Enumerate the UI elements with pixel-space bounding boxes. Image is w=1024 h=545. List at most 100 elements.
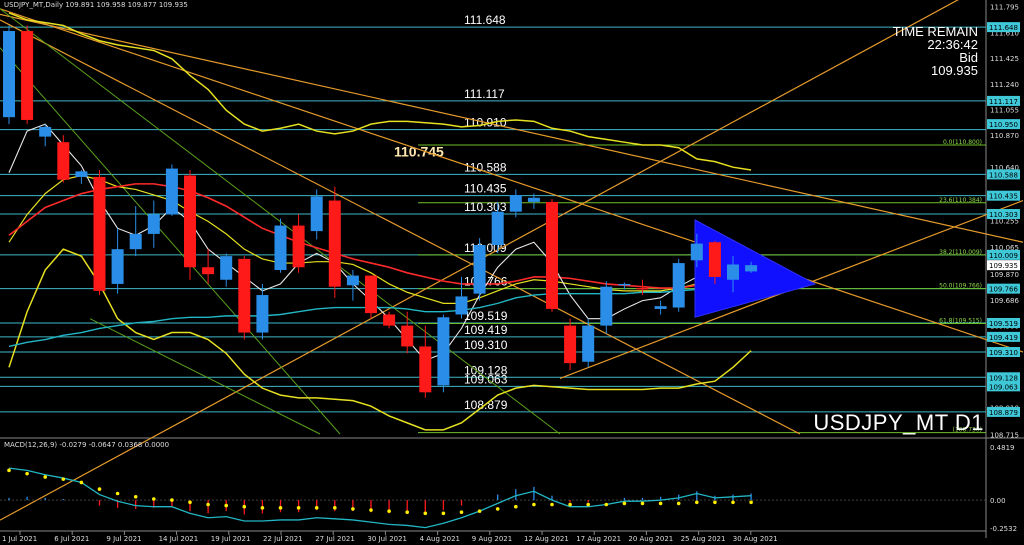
candle-body[interactable] xyxy=(419,346,432,393)
price-axis-label: 110.870 xyxy=(990,132,1019,140)
macd-signal-dot xyxy=(25,471,29,476)
macd-signal-dot xyxy=(79,480,84,485)
macd-signal-dot xyxy=(532,502,536,507)
candle-body[interactable] xyxy=(184,175,196,268)
macd-signal-dot xyxy=(152,497,156,501)
fib-label: 61.8(109.515) xyxy=(939,318,982,325)
macd-signal-dot xyxy=(604,502,609,507)
macd-signal-dot xyxy=(731,500,735,505)
candle-body[interactable] xyxy=(383,314,396,326)
candle-body[interactable] xyxy=(473,245,486,294)
date-label: 14 Jul 2021 xyxy=(159,535,199,543)
macd-signal-dot xyxy=(43,475,47,479)
macd-signal-dot xyxy=(514,504,518,509)
price-tag-text: 109.766 xyxy=(989,286,1018,294)
macd-signal-dot xyxy=(550,502,554,507)
level-label: 109.310 xyxy=(464,338,508,352)
fib-label: 50.0(109.766) xyxy=(939,283,982,290)
candle-body[interactable] xyxy=(564,325,577,364)
candle-body[interactable] xyxy=(437,317,450,386)
candle-body[interactable] xyxy=(93,176,106,291)
macd-signal-dot xyxy=(405,510,410,515)
candle-body[interactable] xyxy=(3,31,15,118)
date-label: 6 Jul 2021 xyxy=(54,535,89,543)
date-label: 27 Jul 2021 xyxy=(315,535,355,543)
candle-body[interactable] xyxy=(690,243,703,261)
macd-signal-dot xyxy=(296,506,301,510)
level-label: 110.588 xyxy=(464,160,507,174)
fib-label: 23.6(110.384) xyxy=(939,197,982,204)
candle-body[interactable] xyxy=(455,296,468,315)
macd-signal-dot xyxy=(278,506,283,510)
price-tag-text: 111.648 xyxy=(989,24,1018,32)
macd-signal-dot xyxy=(61,477,66,481)
macd-signal-dot xyxy=(97,487,102,491)
candle-body[interactable] xyxy=(328,200,341,287)
price-chart[interactable]: 0.0(110.800) 23.6(110.384) 38.2(110.009) 50… xyxy=(0,0,1024,545)
price-tag-text: 109.128 xyxy=(989,374,1018,382)
macd-signal-dot xyxy=(314,506,319,510)
fib-label: 38.2(110.009) xyxy=(939,249,982,256)
date-label: 17 Aug 2021 xyxy=(576,535,621,543)
macd-signal-dot xyxy=(369,508,373,512)
macd-signal-dot xyxy=(170,498,174,502)
candle-body[interactable] xyxy=(600,286,613,326)
bid-value: 109.935 xyxy=(931,63,978,78)
candle-body[interactable] xyxy=(365,275,377,314)
candle-body[interactable] xyxy=(75,171,88,177)
date-label: 25 Aug 2021 xyxy=(681,535,726,543)
date-label: 19 Jul 2021 xyxy=(211,535,251,543)
candle-body[interactable] xyxy=(727,264,739,280)
candle-body[interactable] xyxy=(654,306,667,309)
candle-body[interactable] xyxy=(401,325,414,347)
candle-body[interactable] xyxy=(274,225,287,271)
candle-body[interactable] xyxy=(147,214,160,234)
price-tag-text: 110.303 xyxy=(989,211,1018,219)
price-tag-text: 108.879 xyxy=(989,409,1018,417)
level-label: 109.063 xyxy=(464,372,508,386)
price-tag-text: 109.310 xyxy=(989,349,1018,357)
macd-signal-dot xyxy=(188,500,192,505)
macd-signal-dot xyxy=(423,511,428,516)
info-panel: TIME REMAIN 22:36:42 Bid 109.935 xyxy=(893,25,978,77)
candle-body[interactable] xyxy=(745,265,758,272)
candle-body[interactable] xyxy=(57,142,70,180)
price-axis-label: 109.870 xyxy=(990,271,1019,279)
macd-axis-label: -0.2532 xyxy=(990,525,1017,533)
date-label: 20 Aug 2021 xyxy=(628,535,673,543)
macd-axis-label: 0.4819 xyxy=(990,444,1015,452)
macd-signal-dot xyxy=(351,507,355,511)
candle-body[interactable] xyxy=(509,194,522,212)
date-label: 4 Aug 2021 xyxy=(420,535,460,543)
candle-body[interactable] xyxy=(202,267,215,275)
candle-body[interactable] xyxy=(238,258,251,333)
candle-body[interactable] xyxy=(292,225,305,268)
date-label: 9 Aug 2021 xyxy=(472,535,512,543)
candle-body[interactable] xyxy=(346,275,359,286)
price-tag-text: 111.117 xyxy=(989,98,1018,106)
candle-body[interactable] xyxy=(491,211,504,246)
candle-body[interactable] xyxy=(310,196,323,232)
macd-signal-dot xyxy=(133,494,138,499)
price-tag-text: 109.935 xyxy=(989,262,1018,270)
price-axis-label: 111.425 xyxy=(990,55,1019,63)
macd-signal-dot xyxy=(495,507,500,511)
level-label: 109.419 xyxy=(464,323,508,337)
candle-body[interactable] xyxy=(21,31,34,120)
candle-body[interactable] xyxy=(636,288,649,290)
candle-body[interactable] xyxy=(256,295,269,333)
level-label: 110.435 xyxy=(464,182,507,196)
candle-body[interactable] xyxy=(111,249,124,284)
candle-body[interactable] xyxy=(546,201,558,309)
price-tag-text: 109.419 xyxy=(989,334,1018,342)
candle-body[interactable] xyxy=(582,325,595,362)
candle-body[interactable] xyxy=(165,168,178,215)
macd-signal-dot xyxy=(7,468,11,473)
candle-body[interactable] xyxy=(129,233,142,250)
candle-body[interactable] xyxy=(618,283,631,286)
candle-body[interactable] xyxy=(220,256,233,280)
candle-body[interactable] xyxy=(708,242,721,277)
candle-body[interactable] xyxy=(672,263,685,308)
candle-body[interactable] xyxy=(527,197,540,202)
candle-body[interactable] xyxy=(39,126,52,137)
